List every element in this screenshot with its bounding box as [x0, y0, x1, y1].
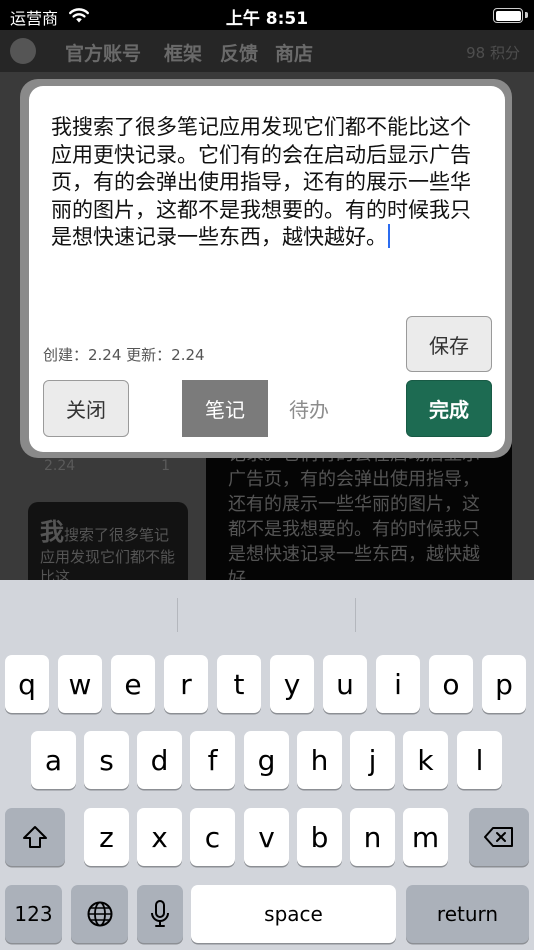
shift-key[interactable] — [5, 808, 65, 866]
keyboard: q w e r t y u i o p a s d f g h j k l z … — [0, 580, 534, 950]
key-y[interactable]: y — [270, 655, 314, 713]
key-z[interactable]: z — [84, 808, 129, 866]
key-k[interactable]: k — [403, 731, 448, 789]
microphone-key[interactable] — [137, 885, 183, 943]
nav-framework[interactable]: 框架 — [164, 39, 202, 66]
key-x[interactable]: x — [137, 808, 182, 866]
battery-icon — [493, 8, 523, 23]
nav-official-account[interactable]: 官方账号 — [65, 39, 141, 66]
key-a[interactable]: a — [31, 731, 76, 789]
globe-icon — [87, 901, 112, 927]
shift-icon — [23, 826, 47, 848]
key-h[interactable]: h — [297, 731, 342, 789]
nav-store[interactable]: 商店 — [275, 39, 313, 66]
key-t[interactable]: t — [217, 655, 261, 713]
return-key[interactable]: return — [406, 885, 529, 943]
clock: 上午 8:51 — [225, 9, 309, 29]
note-editor-modal: 我搜索了很多笔记应用发现它们都不能比这个应用更快记录。它们有的会在启动后显示广告… — [29, 86, 505, 452]
key-q[interactable]: q — [5, 655, 49, 713]
suggestion-divider — [355, 598, 356, 632]
key-n[interactable]: n — [350, 808, 395, 866]
key-o[interactable]: o — [429, 655, 473, 713]
done-button[interactable]: 完成 — [406, 380, 492, 437]
key-b[interactable]: b — [297, 808, 342, 866]
backspace-key[interactable] — [469, 808, 529, 866]
key-l[interactable]: l — [457, 731, 502, 789]
background-note-count: 1 — [161, 458, 170, 474]
key-j[interactable]: j — [350, 731, 395, 789]
key-v[interactable]: v — [244, 808, 289, 866]
text-caret — [388, 224, 390, 248]
key-f[interactable]: f — [190, 731, 235, 789]
suggestion-divider — [177, 598, 178, 632]
key-w[interactable]: w — [58, 655, 102, 713]
key-u[interactable]: u — [323, 655, 367, 713]
app-logo-icon — [10, 38, 36, 64]
key-c[interactable]: c — [190, 808, 235, 866]
globe-key[interactable] — [71, 885, 128, 943]
tab-todo[interactable]: 待办 — [266, 380, 352, 437]
background-note-date-row: 2.24 1 — [28, 458, 186, 482]
note-timestamps: 创建：2.24 更新：2.24 — [43, 346, 205, 364]
key-s[interactable]: s — [84, 731, 129, 789]
top-nav: 官方账号 框架 反馈 商店 98 积分 — [0, 30, 534, 72]
background-note-detail: 记录。它们有的会在启动后显示广告页，有的会弹出使用指导，还有的展示一些华丽的图片… — [206, 440, 512, 590]
key-i[interactable]: i — [376, 655, 420, 713]
key-g[interactable]: g — [244, 731, 289, 789]
note-text-area[interactable]: 我搜索了很多笔记应用发现它们都不能比这个应用更快记录。它们有的会在启动后显示广告… — [51, 114, 481, 252]
close-button[interactable]: 关闭 — [43, 380, 129, 437]
microphone-icon — [151, 900, 169, 927]
background-note-date: 2.24 — [44, 458, 76, 474]
nav-feedback[interactable]: 反馈 — [220, 39, 258, 66]
status-bar: 运营商 上午 8:51 — [0, 0, 534, 30]
key-p[interactable]: p — [482, 655, 526, 713]
background-note-text: 记录。它们有的会在启动后显示广告页，有的会弹出使用指导，还有的展示一些华丽的图片… — [228, 444, 480, 590]
backspace-icon — [484, 827, 513, 847]
key-d[interactable]: d — [137, 731, 182, 789]
points-counter: 98 积分 — [466, 44, 520, 62]
key-r[interactable]: r — [164, 655, 208, 713]
note-text: 我搜索了很多笔记应用发现它们都不能比这个应用更快记录。它们有的会在启动后显示广告… — [51, 115, 471, 249]
key-e[interactable]: e — [111, 655, 155, 713]
save-button[interactable]: 保存 — [406, 316, 492, 372]
space-key[interactable]: space — [191, 885, 396, 943]
key-m[interactable]: m — [403, 808, 448, 866]
numbers-key[interactable]: 123 — [5, 885, 62, 943]
note-card-first-char: 我 — [40, 518, 64, 546]
tab-note[interactable]: 笔记 — [182, 380, 268, 437]
